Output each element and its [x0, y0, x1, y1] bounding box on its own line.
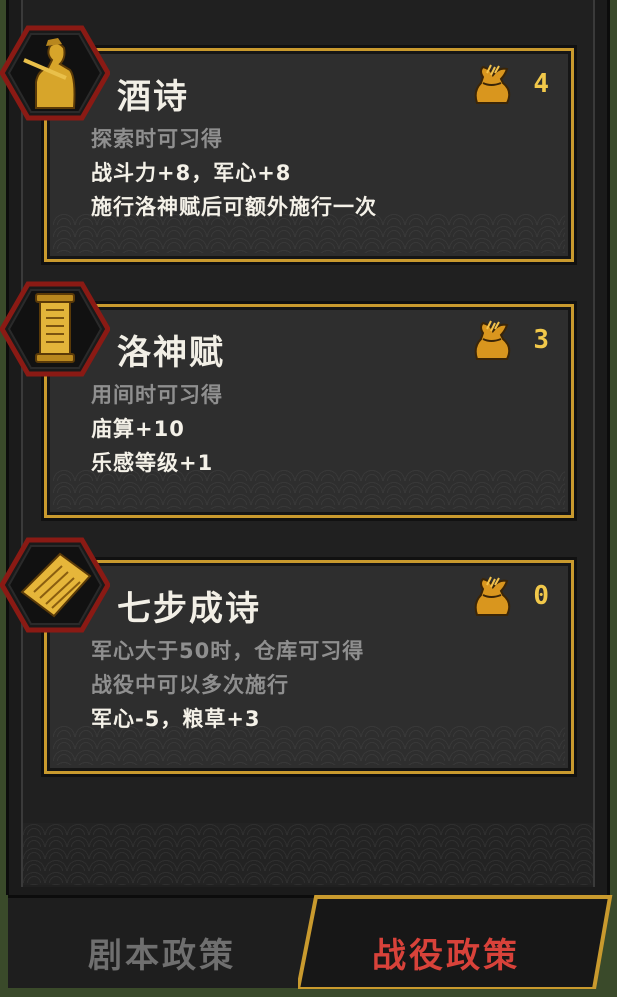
policy-title: 七步成诗 [117, 589, 261, 629]
cost-value: 3 [533, 325, 549, 355]
grain-sack-icon [474, 64, 511, 104]
tab-script-policy-label: 剧本政策 [88, 936, 236, 976]
policy-card-luoshenfu[interactable]: 洛神赋 3 用间时可习得 庙算+10 乐感等级+1 [44, 304, 574, 518]
scroll-icon [0, 281, 110, 377]
grain-sack-icon [474, 320, 511, 360]
policy-tab-bar: 剧本政策 [0, 893, 617, 997]
effect-line: 施行洛神赋后可额外施行一次 [91, 195, 377, 219]
cost-value: 0 [533, 581, 549, 611]
grain-sack-icon [474, 576, 511, 616]
effect-line: 战斗力+8，军心+8 [91, 161, 292, 185]
acquire-condition: 用间时可习得 [91, 383, 223, 407]
policy-card-jiushi[interactable]: 酒诗 4 探索时可习得 战斗力+8，军心+8 施行洛神赋后可额外施行一次 [44, 48, 574, 262]
paper-sheet-icon [0, 537, 110, 633]
tab-campaign-policy-label: 战役政策 [372, 936, 520, 976]
effect-line: 乐感等级+1 [91, 451, 214, 475]
acquire-condition: 军心大于50时，仓库可习得 [91, 639, 365, 663]
tab-script-policy[interactable]: 剧本政策 [8, 895, 328, 988]
warrior-portrait-icon [0, 25, 110, 121]
effect-line: 军心-5，粮草+3 [91, 707, 261, 731]
policy-card-qibuchengshi[interactable]: 七步成诗 0 军心大于50时，仓库可习得 战役中可以多次施行 军心-5，粮草+3 [44, 560, 574, 774]
repeat-condition: 战役中可以多次施行 [91, 673, 289, 697]
acquire-condition: 探索时可习得 [91, 127, 223, 151]
policy-title: 洛神赋 [117, 333, 225, 373]
policy-title: 酒诗 [117, 77, 189, 117]
effect-line: 庙算+10 [91, 417, 185, 441]
wave-pattern-decoration [23, 823, 593, 885]
cost-value: 4 [533, 69, 549, 99]
